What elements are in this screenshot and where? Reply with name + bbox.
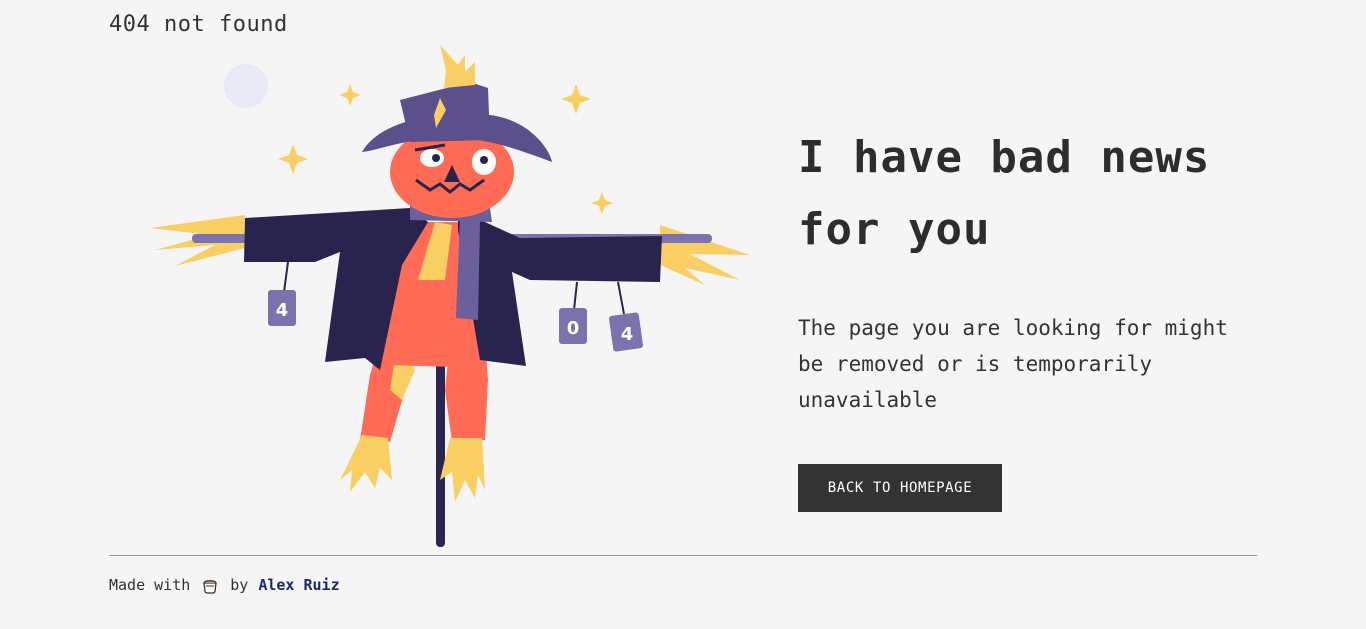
moon-icon xyxy=(224,64,268,108)
sparkle-icon xyxy=(561,84,591,114)
back-to-homepage-button[interactable]: BACK TO HOMEPAGE xyxy=(798,464,1002,512)
sparkle-icon xyxy=(278,144,308,174)
can-label-left: 4 xyxy=(276,300,289,321)
page-status-label: 404 not found xyxy=(109,12,288,37)
sparkle-icon xyxy=(339,84,361,106)
page-description: The page you are looking for might be re… xyxy=(798,316,1228,412)
footer-divider xyxy=(109,555,1257,556)
sparkle-icon xyxy=(591,192,613,214)
error-content: I have bad news for you The page you are… xyxy=(798,122,1268,418)
can-label-right: 4 xyxy=(621,324,634,345)
footer-by: by xyxy=(230,576,249,594)
page-title: I have bad news for you xyxy=(798,132,1211,255)
footer-made-with: Made with xyxy=(109,576,191,594)
coffee-cup-icon xyxy=(203,580,218,594)
footer: Made with by Alex Ruiz xyxy=(109,575,340,595)
can-label-middle: 0 xyxy=(567,318,580,339)
author-link[interactable]: Alex Ruiz xyxy=(258,576,339,594)
scarecrow-illustration: 4 0 4 xyxy=(150,45,750,547)
